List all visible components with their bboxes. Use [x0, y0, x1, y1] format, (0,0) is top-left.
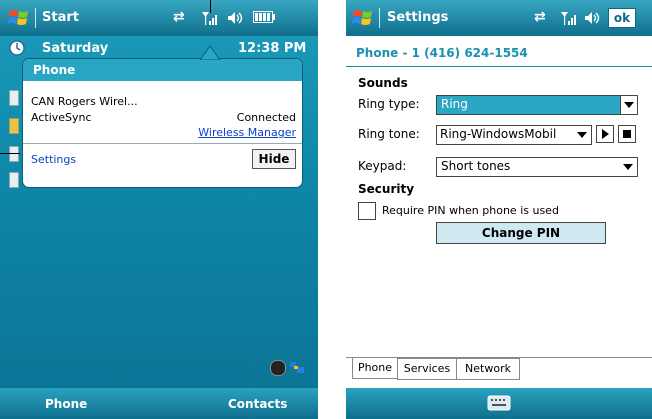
clock-icon — [9, 40, 25, 56]
signal-icon[interactable] — [560, 10, 576, 26]
phone-popup: Phone CAN Rogers Wirel... ActiveSync Con… — [22, 58, 303, 188]
tab-phone[interactable]: Phone — [352, 358, 398, 379]
signal-icon[interactable] — [201, 10, 217, 26]
start-title[interactable]: Start — [42, 10, 79, 25]
ring-tone-label: Ring tone: — [358, 127, 420, 141]
activesync-label: ActiveSync — [31, 111, 92, 124]
tab-services[interactable]: Services — [397, 358, 457, 380]
chevron-down-icon — [623, 164, 633, 170]
title-separator — [379, 8, 380, 28]
phone-softkey[interactable]: Phone — [45, 397, 87, 411]
stop-button[interactable] — [618, 125, 636, 143]
require-pin-checkbox[interactable] — [358, 202, 376, 220]
keyboard-icon[interactable] — [487, 395, 511, 411]
keypad-label: Keypad: — [358, 159, 407, 173]
today-item-icon — [9, 118, 19, 134]
play-button[interactable] — [596, 125, 614, 143]
today-screen: Start ⇄ Saturday 12:38 PM Phone CAN Roge… — [0, 0, 318, 419]
phone-number-header: Phone - 1 (416) 624-1554 — [356, 46, 528, 60]
sync-icon[interactable]: ⇄ — [173, 9, 185, 25]
tab-network[interactable]: Network — [456, 358, 520, 380]
settings-title: Settings — [387, 10, 449, 25]
contacts-softkey[interactable]: Contacts — [228, 397, 287, 411]
today-item-icon — [9, 146, 19, 162]
speaker-icon[interactable] — [227, 10, 245, 26]
today-item-icon — [9, 90, 19, 106]
windows-start-icon[interactable] — [8, 8, 30, 28]
network-tray-icon[interactable] — [290, 360, 304, 374]
time-label[interactable]: 12:38 PM — [238, 41, 306, 56]
ring-tone-value: Ring-WindowsMobil — [440, 127, 557, 141]
hide-button[interactable]: Hide — [252, 149, 296, 169]
change-pin-button[interactable]: Change PIN — [436, 222, 606, 244]
sounds-heading: Sounds — [358, 76, 408, 90]
activesync-status: Connected — [236, 111, 296, 124]
ok-button[interactable]: ok — [608, 8, 636, 28]
sync-icon[interactable]: ⇄ — [534, 9, 546, 25]
ring-tone-dropdown[interactable]: Ring-WindowsMobil — [436, 125, 592, 145]
security-heading: Security — [358, 182, 415, 196]
ring-type-value: Ring — [441, 97, 468, 111]
popup-header: Phone — [23, 59, 302, 81]
popup-pointer — [199, 45, 221, 60]
windows-start-icon[interactable] — [352, 8, 374, 28]
popup-title: Phone — [33, 63, 76, 77]
ring-type-label: Ring type: — [358, 97, 420, 111]
callout-line-signal — [210, 0, 211, 13]
ring-type-dropdown[interactable]: Ring — [436, 95, 638, 115]
stop-icon — [623, 130, 631, 138]
ring-type-arrow-box — [620, 96, 637, 114]
require-pin-label: Require PIN when phone is used — [382, 204, 559, 217]
chevron-down-icon — [624, 102, 634, 108]
day-label[interactable]: Saturday — [42, 41, 108, 56]
connectivity-icon[interactable] — [270, 360, 286, 376]
chevron-down-icon — [577, 132, 587, 138]
settings-screen: Settings ⇄ ok Phone - 1 (416) 624-1554 S… — [346, 0, 652, 419]
settings-link[interactable]: Settings — [31, 153, 76, 166]
popup-divider — [23, 143, 302, 144]
title-separator — [35, 8, 36, 28]
keypad-dropdown[interactable]: Short tones — [436, 157, 638, 177]
header-divider — [346, 66, 652, 67]
carrier-label: CAN Rogers Wirel... — [31, 95, 138, 108]
keypad-value: Short tones — [441, 159, 511, 173]
play-icon — [602, 129, 609, 139]
today-item-icon — [9, 172, 19, 188]
callout-line-settings — [0, 153, 20, 154]
wireless-manager-link[interactable]: Wireless Manager — [198, 126, 296, 139]
battery-icon[interactable] — [253, 11, 275, 23]
speaker-icon[interactable] — [584, 10, 602, 26]
